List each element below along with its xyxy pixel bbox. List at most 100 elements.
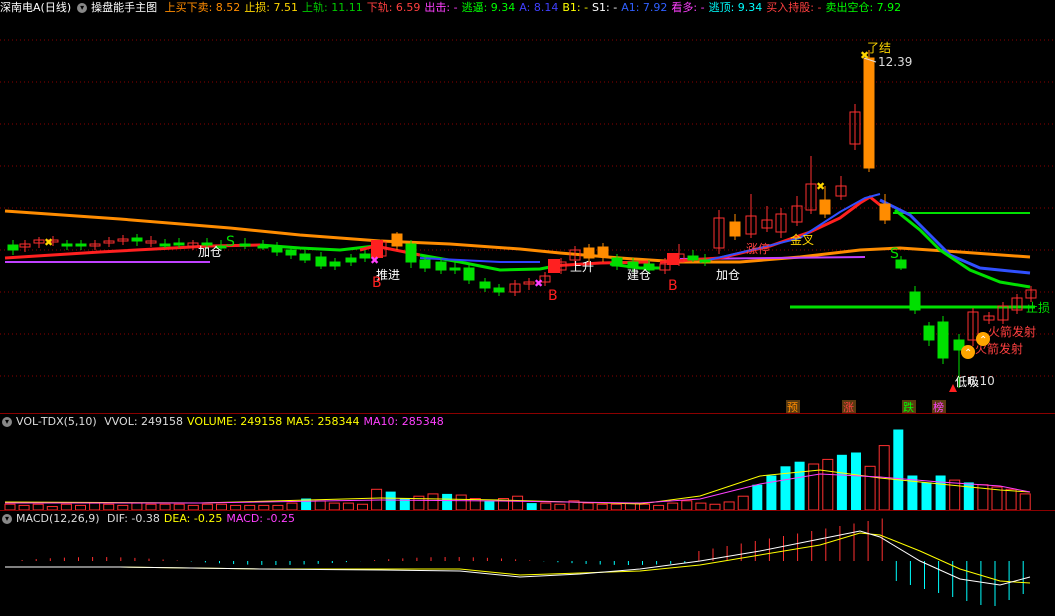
volume-bar — [512, 495, 524, 510]
candle-body — [61, 243, 73, 247]
buy-marker: B — [668, 278, 678, 294]
volume-indicator-name[interactable]: VOL-TDX(5,10) — [16, 415, 97, 428]
sell-marker: S — [890, 246, 899, 262]
rocket-arrow-icon: ⌃ — [979, 335, 987, 346]
volume-bar — [836, 454, 847, 510]
volume-bar — [893, 429, 904, 510]
volume-bar — [695, 502, 707, 510]
indicator-value: VOLUME: 249158 — [187, 415, 283, 428]
volume-bar — [681, 500, 693, 510]
indicator-value: DIF: -0.38 — [107, 512, 160, 525]
tag-label: 榜 — [933, 400, 944, 413]
indicator-value: MACD: -0.25 — [226, 512, 295, 525]
volume-bar — [286, 502, 298, 510]
candle-body — [131, 237, 143, 242]
tag-label: 涨 — [843, 401, 854, 413]
candle-body — [7, 244, 19, 251]
volume-bar — [314, 500, 326, 510]
macd-dif-line — [5, 530, 1031, 586]
trend-blue-line — [419, 257, 540, 263]
price-low-label: 6.10 — [968, 374, 995, 388]
candle-body — [909, 291, 921, 311]
volume-bar — [921, 482, 932, 510]
label-jiacang: 加仓 — [198, 245, 222, 259]
rocket-arrow-icon: ⌃ — [964, 348, 972, 359]
candle-body — [583, 247, 595, 259]
candle-body — [863, 57, 875, 169]
volume-bar — [1019, 493, 1031, 510]
volume-bar — [935, 475, 946, 510]
volume-bar — [484, 500, 495, 510]
candle-body — [699, 259, 711, 263]
volume-header: ▾ VOL-TDX(5,10) VVOL: 249158 VOLUME: 24915… — [0, 414, 452, 430]
candle-body — [435, 261, 447, 271]
candlestick-chart[interactable]: 加仓推进 建仓 加仓上升涨停金叉了结止损火箭发射火箭发射低吸BBBSS12.396.… — [0, 0, 1055, 413]
volume-bar — [131, 502, 143, 510]
settings-circle-icon[interactable]: ▾ — [2, 417, 12, 427]
indicator-value: MA10: 285348 — [363, 415, 444, 428]
volume-values: VVOL: 249158 VOLUME: 249158 MA5: 258344 MA1… — [104, 415, 448, 428]
volume-bar — [737, 495, 749, 510]
candle-body — [479, 281, 491, 289]
candle-body — [687, 255, 699, 261]
indicator-value: VVOL: 249158 — [104, 415, 184, 428]
candle-body — [923, 325, 935, 341]
candle-body — [271, 245, 283, 253]
candle-body — [299, 253, 311, 261]
tag-label: 跌 — [903, 400, 914, 413]
volume-bar — [540, 502, 552, 510]
candle-body — [239, 243, 251, 247]
candle-body — [359, 253, 371, 259]
label-zhangting: 涨停 — [746, 241, 770, 256]
label-jiacang: 加仓 — [716, 268, 740, 282]
buy-marker: B — [372, 275, 382, 291]
buy-marker: B — [548, 288, 558, 304]
candle-body — [75, 243, 87, 247]
volume-ma10-line — [5, 473, 1031, 504]
cross-marker-icon: ✖ — [370, 254, 379, 267]
candle-body — [937, 321, 949, 359]
volume-bar — [1005, 488, 1017, 510]
label-jincha: 金叉 — [790, 232, 814, 247]
macd-indicator-name[interactable]: MACD(12,26,9) — [16, 512, 100, 525]
candle-body — [819, 199, 831, 215]
price-high-label: 12.39 — [878, 55, 912, 69]
main-chart-panel[interactable]: 深南电A(日线) ▾ 操盘能手主图 上买下卖: 8.52 止损: 7.51 上轨: 11… — [0, 0, 1055, 413]
cross-marker-icon: ✖ — [860, 49, 869, 62]
candle-body — [315, 256, 327, 267]
cross-marker-icon: ✖ — [534, 277, 543, 290]
candle-body — [329, 261, 341, 267]
candle-body — [449, 267, 461, 271]
candle-body — [597, 246, 609, 258]
candle-body — [463, 267, 475, 281]
candle-body — [879, 203, 891, 221]
candle-body — [285, 249, 297, 256]
sell-marker: S — [226, 234, 235, 250]
settings-circle-icon[interactable]: ▾ — [2, 514, 12, 524]
volume-bar — [427, 493, 439, 510]
volume-bar — [851, 452, 861, 510]
volume-bar — [442, 493, 453, 510]
candle-body — [391, 233, 403, 247]
label-huojian: 火箭发射 — [988, 324, 1036, 339]
macd-header: ▾ MACD(12,26,9) DIF: -0.38 DEA: -0.25 MACD:… — [0, 511, 303, 527]
volume-bar — [455, 494, 467, 510]
candle-body — [405, 243, 417, 263]
buy-candle — [548, 259, 560, 273]
label-zhisun: 止损 — [1026, 301, 1050, 315]
cross-marker-icon: ✖ — [44, 236, 53, 249]
tag-label: 预 — [787, 401, 798, 413]
volume-bar — [723, 501, 735, 510]
volume-bar — [469, 498, 481, 510]
candle-body — [257, 245, 269, 249]
volume-bar — [342, 502, 354, 510]
volume-bar — [89, 502, 101, 510]
cross-marker-icon: ✖ — [816, 180, 825, 193]
ma-long-line — [4, 209, 1031, 264]
candle-body — [173, 242, 185, 246]
volume-panel[interactable]: ▾ VOL-TDX(5,10) VVOL: 249158 VOLUME: 24915… — [0, 414, 1055, 510]
macd-panel[interactable]: ▾ MACD(12,26,9) DIF: -0.38 DEA: -0.25 MACD:… — [0, 511, 1055, 616]
volume-bar — [864, 465, 876, 510]
candle-body — [611, 257, 623, 267]
candle-body — [159, 243, 171, 247]
